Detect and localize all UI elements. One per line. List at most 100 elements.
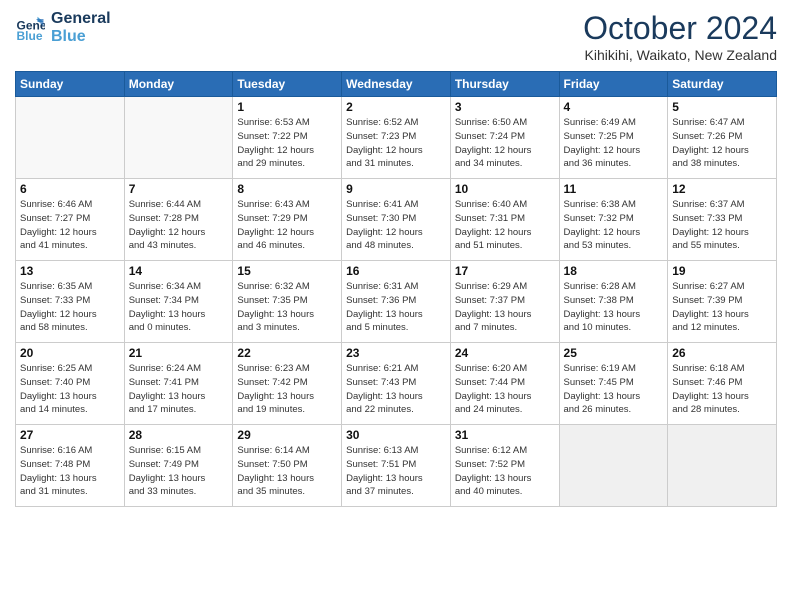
day-number: 14 <box>129 264 229 278</box>
day-info: Sunrise: 6:52 AM Sunset: 7:23 PM Dayligh… <box>346 116 446 171</box>
day-number: 22 <box>237 346 337 360</box>
day-info: Sunrise: 6:27 AM Sunset: 7:39 PM Dayligh… <box>672 280 772 335</box>
day-number: 19 <box>672 264 772 278</box>
day-cell: 27Sunrise: 6:16 AM Sunset: 7:48 PM Dayli… <box>16 425 125 507</box>
day-number: 31 <box>455 428 555 442</box>
day-cell: 10 Sunrise: 6:40 AM Sunset: 7:31 PM Dayli… <box>450 179 559 261</box>
day-number: 16 <box>346 264 446 278</box>
day-info: Sunrise: 6:13 AM Sunset: 7:51 PM Dayligh… <box>346 444 446 499</box>
day-info: Sunrise: 6:19 AM Sunset: 7:45 PM Dayligh… <box>564 362 664 417</box>
day-number: 25 <box>564 346 664 360</box>
day-cell: 4 Sunrise: 6:49 AM Sunset: 7:25 PM Daylig… <box>559 97 668 179</box>
svg-text:Blue: Blue <box>17 29 43 43</box>
col-thursday: Thursday <box>450 72 559 97</box>
day-info: Sunrise: 6:44 AM Sunset: 7:28 PM Dayligh… <box>129 198 229 253</box>
day-cell: 3 Sunrise: 6:50 AM Sunset: 7:24 PM Daylig… <box>450 97 559 179</box>
day-info: Sunrise: 6:34 AM Sunset: 7:34 PM Dayligh… <box>129 280 229 335</box>
day-number: 29 <box>237 428 337 442</box>
week-row-3: 20Sunrise: 6:25 AM Sunset: 7:40 PM Dayli… <box>16 343 777 425</box>
day-cell: 19 Sunrise: 6:27 AM Sunset: 7:39 PM Dayli… <box>668 261 777 343</box>
day-number: 8 <box>237 182 337 196</box>
logo-text-blue: Blue <box>51 28 111 46</box>
day-cell: 12Sunrise: 6:37 AM Sunset: 7:33 PM Dayli… <box>668 179 777 261</box>
title-block: October 2024 Kihikihi, Waikato, New Zeal… <box>583 10 777 63</box>
logo-text-general: General <box>51 10 111 28</box>
col-sunday: Sunday <box>16 72 125 97</box>
week-row-4: 27Sunrise: 6:16 AM Sunset: 7:48 PM Dayli… <box>16 425 777 507</box>
day-info: Sunrise: 6:50 AM Sunset: 7:24 PM Dayligh… <box>455 116 555 171</box>
day-number: 4 <box>564 100 664 114</box>
day-info: Sunrise: 6:47 AM Sunset: 7:26 PM Dayligh… <box>672 116 772 171</box>
day-cell: 13 Sunrise: 6:35 AM Sunset: 7:33 PM Dayli… <box>16 261 125 343</box>
day-cell: 9Sunrise: 6:41 AM Sunset: 7:30 PM Daylig… <box>342 179 451 261</box>
day-info: Sunrise: 6:29 AM Sunset: 7:37 PM Dayligh… <box>455 280 555 335</box>
day-info: Sunrise: 6:23 AM Sunset: 7:42 PM Dayligh… <box>237 362 337 417</box>
day-info: Sunrise: 6:35 AM Sunset: 7:33 PM Dayligh… <box>20 280 120 335</box>
day-cell: 6 Sunrise: 6:46 AM Sunset: 7:27 PM Daylig… <box>16 179 125 261</box>
day-info: Sunrise: 6:49 AM Sunset: 7:25 PM Dayligh… <box>564 116 664 171</box>
day-info: Sunrise: 6:20 AM Sunset: 7:44 PM Dayligh… <box>455 362 555 417</box>
day-info: Sunrise: 6:18 AM Sunset: 7:46 PM Dayligh… <box>672 362 772 417</box>
col-wednesday: Wednesday <box>342 72 451 97</box>
day-info: Sunrise: 6:16 AM Sunset: 7:48 PM Dayligh… <box>20 444 120 499</box>
day-number: 26 <box>672 346 772 360</box>
logo-icon: General Blue <box>15 13 45 43</box>
day-info: Sunrise: 6:12 AM Sunset: 7:52 PM Dayligh… <box>455 444 555 499</box>
day-cell <box>668 425 777 507</box>
day-cell: 14 Sunrise: 6:34 AM Sunset: 7:34 PM Dayli… <box>124 261 233 343</box>
day-cell: 20Sunrise: 6:25 AM Sunset: 7:40 PM Dayli… <box>16 343 125 425</box>
day-info: Sunrise: 6:28 AM Sunset: 7:38 PM Dayligh… <box>564 280 664 335</box>
week-row-0: 1Sunrise: 6:53 AM Sunset: 7:22 PM Daylig… <box>16 97 777 179</box>
week-row-1: 6 Sunrise: 6:46 AM Sunset: 7:27 PM Daylig… <box>16 179 777 261</box>
day-cell: 24 Sunrise: 6:20 AM Sunset: 7:44 PM Dayli… <box>450 343 559 425</box>
day-cell: 23Sunrise: 6:21 AM Sunset: 7:43 PM Dayli… <box>342 343 451 425</box>
day-info: Sunrise: 6:32 AM Sunset: 7:35 PM Dayligh… <box>237 280 337 335</box>
day-number: 5 <box>672 100 772 114</box>
day-number: 15 <box>237 264 337 278</box>
day-cell: 8 Sunrise: 6:43 AM Sunset: 7:29 PM Daylig… <box>233 179 342 261</box>
day-cell: 1Sunrise: 6:53 AM Sunset: 7:22 PM Daylig… <box>233 97 342 179</box>
day-cell <box>16 97 125 179</box>
col-monday: Monday <box>124 72 233 97</box>
day-info: Sunrise: 6:24 AM Sunset: 7:41 PM Dayligh… <box>129 362 229 417</box>
day-number: 3 <box>455 100 555 114</box>
day-number: 12 <box>672 182 772 196</box>
day-info: Sunrise: 6:40 AM Sunset: 7:31 PM Dayligh… <box>455 198 555 253</box>
col-tuesday: Tuesday <box>233 72 342 97</box>
day-cell: 22 Sunrise: 6:23 AM Sunset: 7:42 PM Dayli… <box>233 343 342 425</box>
day-number: 10 <box>455 182 555 196</box>
day-number: 13 <box>20 264 120 278</box>
day-info: Sunrise: 6:38 AM Sunset: 7:32 PM Dayligh… <box>564 198 664 253</box>
col-friday: Friday <box>559 72 668 97</box>
day-number: 30 <box>346 428 446 442</box>
day-info: Sunrise: 6:41 AM Sunset: 7:30 PM Dayligh… <box>346 198 446 253</box>
day-info: Sunrise: 6:43 AM Sunset: 7:29 PM Dayligh… <box>237 198 337 253</box>
day-cell: 15 Sunrise: 6:32 AM Sunset: 7:35 PM Dayli… <box>233 261 342 343</box>
day-cell: 17Sunrise: 6:29 AM Sunset: 7:37 PM Dayli… <box>450 261 559 343</box>
month-title: October 2024 <box>583 10 777 47</box>
day-cell <box>559 425 668 507</box>
day-number: 28 <box>129 428 229 442</box>
day-number: 24 <box>455 346 555 360</box>
day-cell: 7Sunrise: 6:44 AM Sunset: 7:28 PM Daylig… <box>124 179 233 261</box>
day-cell: 21Sunrise: 6:24 AM Sunset: 7:41 PM Dayli… <box>124 343 233 425</box>
day-cell: 29Sunrise: 6:14 AM Sunset: 7:50 PM Dayli… <box>233 425 342 507</box>
day-cell: 5 Sunrise: 6:47 AM Sunset: 7:26 PM Daylig… <box>668 97 777 179</box>
day-number: 20 <box>20 346 120 360</box>
week-row-2: 13 Sunrise: 6:35 AM Sunset: 7:33 PM Dayli… <box>16 261 777 343</box>
day-number: 6 <box>20 182 120 196</box>
day-info: Sunrise: 6:46 AM Sunset: 7:27 PM Dayligh… <box>20 198 120 253</box>
day-cell: 30 Sunrise: 6:13 AM Sunset: 7:51 PM Dayli… <box>342 425 451 507</box>
day-number: 2 <box>346 100 446 114</box>
day-info: Sunrise: 6:21 AM Sunset: 7:43 PM Dayligh… <box>346 362 446 417</box>
day-cell: 16Sunrise: 6:31 AM Sunset: 7:36 PM Dayli… <box>342 261 451 343</box>
day-cell: 25 Sunrise: 6:19 AM Sunset: 7:45 PM Dayli… <box>559 343 668 425</box>
day-cell <box>124 97 233 179</box>
day-cell: 26 Sunrise: 6:18 AM Sunset: 7:46 PM Dayli… <box>668 343 777 425</box>
header: General Blue General Blue October 2024 K… <box>15 10 777 63</box>
day-number: 11 <box>564 182 664 196</box>
day-cell: 28Sunrise: 6:15 AM Sunset: 7:49 PM Dayli… <box>124 425 233 507</box>
day-cell: 2 Sunrise: 6:52 AM Sunset: 7:23 PM Daylig… <box>342 97 451 179</box>
day-cell: 18Sunrise: 6:28 AM Sunset: 7:38 PM Dayli… <box>559 261 668 343</box>
day-cell: 11 Sunrise: 6:38 AM Sunset: 7:32 PM Dayli… <box>559 179 668 261</box>
